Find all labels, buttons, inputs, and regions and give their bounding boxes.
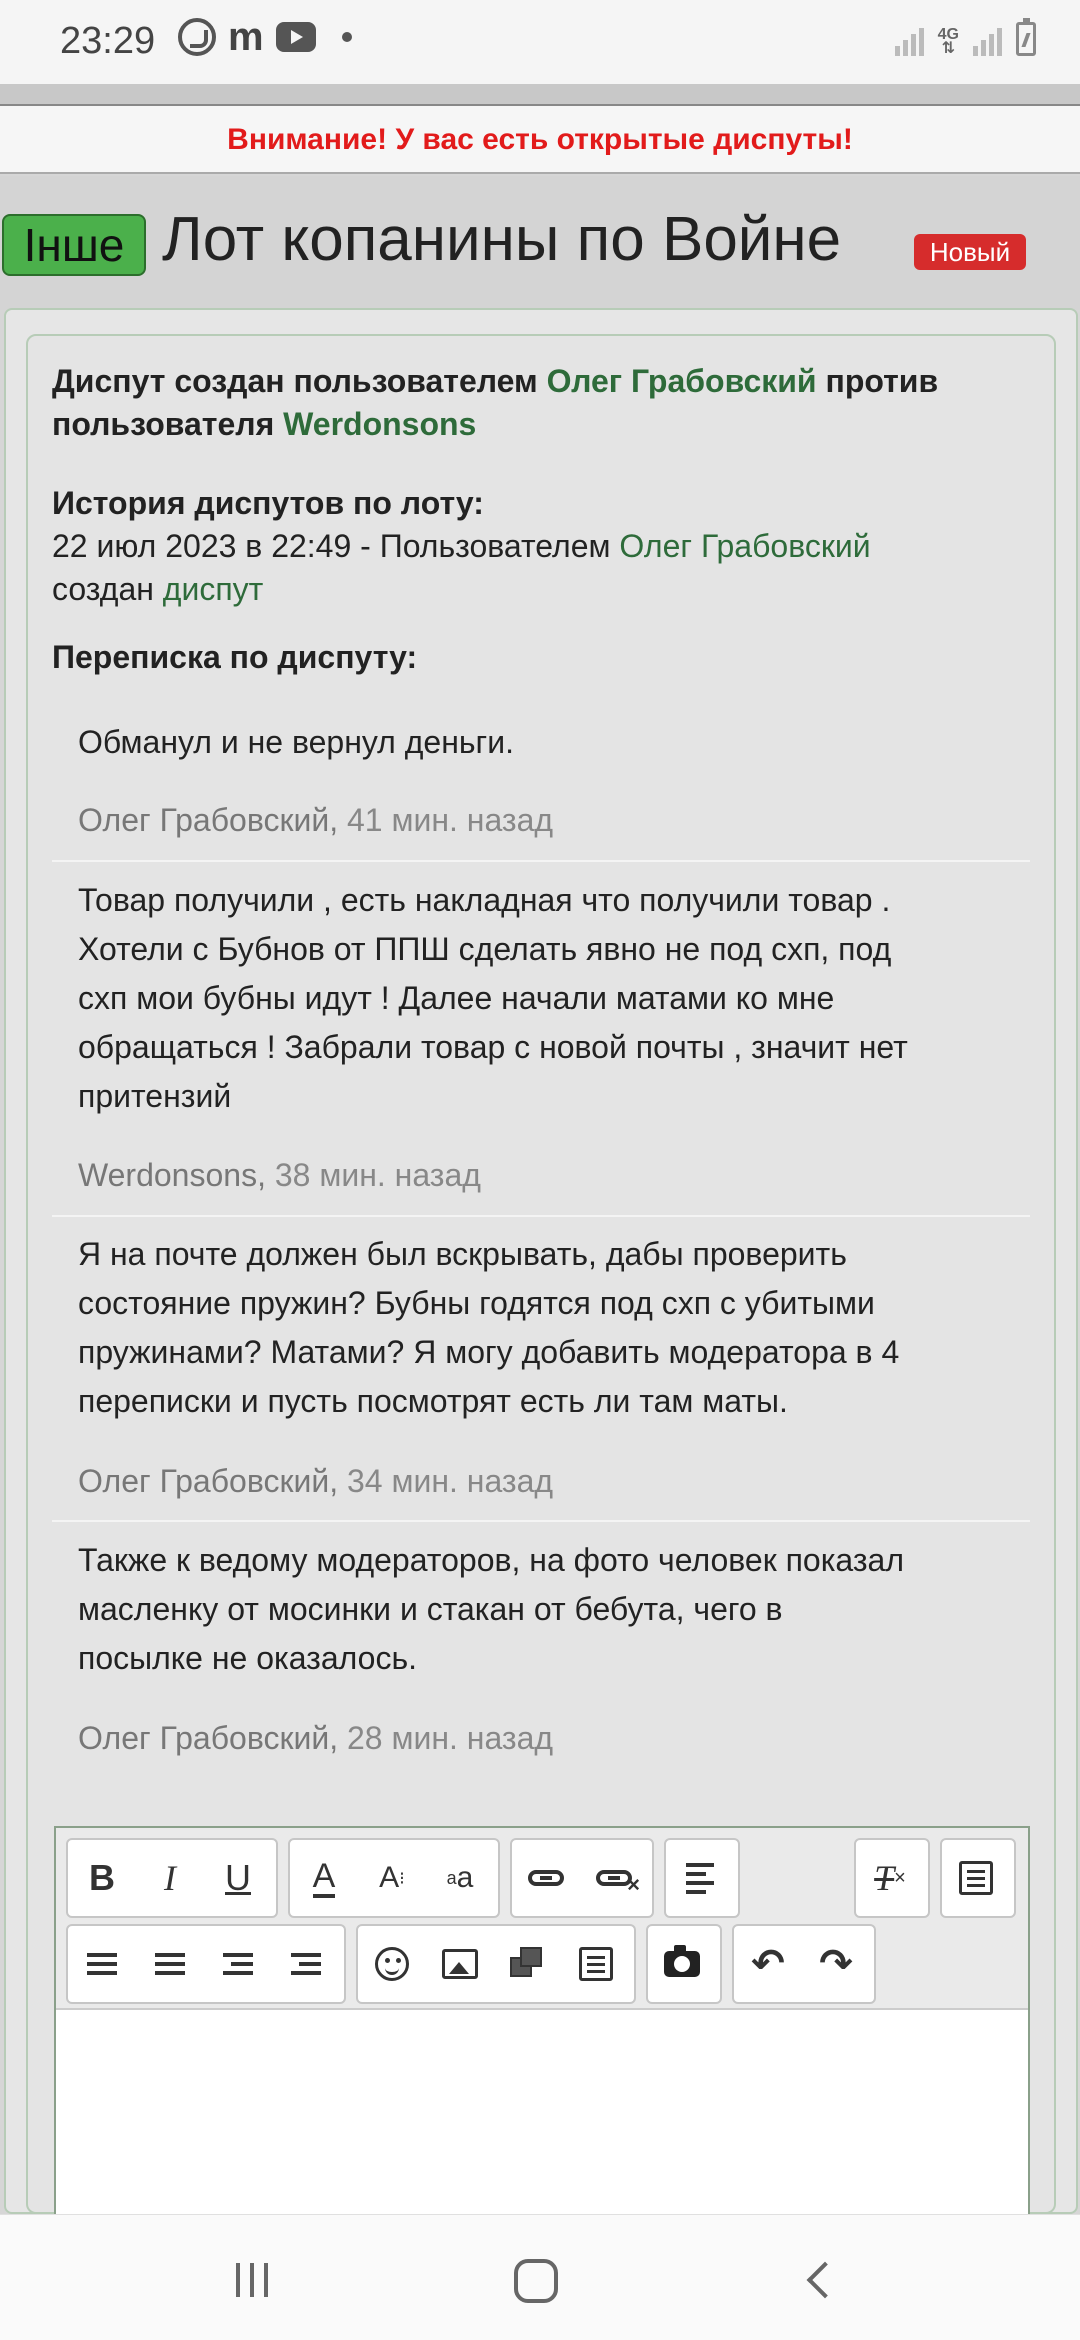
link-group: × <box>510 1838 654 1918</box>
editor-toolbar: B I U A A ⁝ aa × T × ↶ ↷ <box>56 1828 1028 2010</box>
message-3: Я на почте должен был вскрывать, дабы пр… <box>78 1230 1008 1426</box>
history-date: 22 июл 2023 в 22:49 - Пользователем <box>52 528 611 564</box>
message-text-line: пружинами? Матами? Я могу добавить модер… <box>78 1334 900 1370</box>
font-case-icon[interactable]: aa <box>426 1840 494 1916</box>
history-line-2: создан диспут <box>52 568 263 611</box>
open-disputes-alert[interactable]: Внимание! У вас есть открытые диспуты! <box>0 106 1080 174</box>
camera-icon[interactable] <box>648 1926 716 2002</box>
dispute-created-line: Диспут создан пользователем Олег Грабовс… <box>52 360 938 403</box>
message-time: 34 мин. назад <box>346 1463 554 1499</box>
link-icon[interactable] <box>512 1840 580 1916</box>
underline-icon[interactable]: U <box>204 1840 272 1916</box>
message-time: 28 мин. назад <box>346 1720 554 1756</box>
paste-icon[interactable] <box>942 1840 1010 1916</box>
align-group <box>664 1838 740 1918</box>
message-text-line: Также к ведому модераторов, на фото чело… <box>78 1542 904 1578</box>
message-text-line: Я на почте должен был вскрывать, дабы пр… <box>78 1236 847 1272</box>
history-line-1: 22 июл 2023 в 22:49 - Пользователем Олег… <box>52 525 871 568</box>
clear-format-icon[interactable]: T × <box>856 1840 924 1916</box>
message-divider <box>52 1520 1030 1522</box>
m-app-icon: m <box>228 15 264 59</box>
history-group: ↶ ↷ <box>732 1924 876 2004</box>
youtube-icon <box>275 22 316 52</box>
top-strip <box>0 84 1080 106</box>
status-time: 23:29 <box>60 20 156 62</box>
message-text-line: схп мои бубны идут ! Далее начали матами… <box>78 980 835 1016</box>
dispute-link[interactable]: диспут <box>163 571 264 607</box>
against-word: против <box>825 363 939 399</box>
status-bar: 23:29 m 4G ⇅ <box>0 0 1080 84</box>
message-1-meta: Олег Грабовский, 41 мин. назад <box>78 802 553 839</box>
message-text-line: Обманул и не вернул деньги. <box>78 724 514 760</box>
message-author: Олег Грабовский, <box>78 1463 339 1499</box>
category-tag-button[interactable]: Інше <box>2 214 146 276</box>
message-text-line: масленку от мосинки и стакан от бебута, … <box>78 1591 783 1627</box>
history-user-link[interactable]: Олег Грабовский <box>619 528 870 564</box>
message-text-line: Хотели с Бубнов от ППШ сделать явно не п… <box>78 931 892 967</box>
outdent-icon[interactable] <box>204 1926 272 2002</box>
home-icon[interactable] <box>514 2259 558 2303</box>
signal-icon <box>894 26 924 56</box>
4g-icon: 4G ⇅ <box>937 26 959 57</box>
template-icon[interactable] <box>562 1926 630 2002</box>
message-time: 41 мин. назад <box>346 802 554 838</box>
indent-icon[interactable] <box>272 1926 340 2002</box>
font-color-icon[interactable]: A <box>290 1840 358 1916</box>
battery-icon <box>1016 18 1036 56</box>
message-4-meta: Олег Грабовский, 28 мин. назад <box>78 1720 553 1757</box>
message-text-line: посылке не оказалось. <box>78 1640 417 1676</box>
history-action: создан <box>52 571 154 607</box>
bullet-list-icon[interactable] <box>68 1926 136 2002</box>
image-icon[interactable] <box>426 1926 494 2002</box>
camera-group <box>646 1924 722 2004</box>
message-text-line: состояние пружин? Бубны годятся под схп … <box>78 1285 875 1321</box>
message-2: Товар получили , есть накладная что полу… <box>78 876 1008 1121</box>
message-text-line: Товар получили , есть накладная что полу… <box>78 882 891 918</box>
unlink-icon[interactable]: × <box>580 1840 648 1916</box>
lot-title: Лот копанины по Войне <box>162 205 842 274</box>
status-badge: Новый <box>914 234 1026 270</box>
dot-icon <box>341 32 352 42</box>
message-author: Werdonsons, <box>78 1157 266 1193</box>
message-text-line: переписки и пусть посмотрят есть ли там … <box>78 1383 788 1419</box>
emoji-icon[interactable] <box>358 1926 426 2002</box>
message-text-line: притензий <box>78 1078 232 1114</box>
paste-group <box>940 1838 1016 1918</box>
font-size-icon[interactable]: A ⁝ <box>358 1840 426 1916</box>
font-group: A A ⁝ aa <box>288 1838 500 1918</box>
message-author: Олег Грабовский, <box>78 802 339 838</box>
message-3-meta: Олег Грабовский, 34 мин. назад <box>78 1463 553 1500</box>
signal-icon-2 <box>973 26 1002 56</box>
numbered-list-icon[interactable] <box>136 1926 204 2002</box>
dispute-created-prefix: Диспут создан пользователем <box>52 363 538 399</box>
bold-icon[interactable]: B <box>68 1840 136 1916</box>
redo-icon[interactable]: ↷ <box>802 1926 870 2002</box>
message-4: Также к ведому модераторов, на фото чело… <box>78 1536 1008 1683</box>
message-divider <box>52 860 1030 862</box>
text-style-group: B I U <box>66 1838 278 1918</box>
gallery-icon[interactable] <box>494 1926 562 2002</box>
viber-icon <box>178 18 216 56</box>
list-group <box>66 1924 346 2004</box>
undo-icon[interactable]: ↶ <box>734 1926 802 2002</box>
message-2-meta: Werdonsons, 38 мин. назад <box>78 1157 481 1194</box>
message-author: Олег Грабовский, <box>78 1720 339 1756</box>
insert-group <box>356 1924 636 2004</box>
creator-link[interactable]: Олег Грабовский <box>547 363 817 399</box>
message-divider <box>52 1215 1030 1217</box>
message-1: Обманул и не вернул деньги. <box>78 718 1008 767</box>
correspondence-title: Переписка по диспуту: <box>52 639 418 675</box>
history-title: История диспутов по лоту: <box>52 485 484 521</box>
opponent-link[interactable]: Werdonsons <box>283 406 476 442</box>
system-navigation-bar <box>0 2214 1080 2340</box>
align-icon[interactable] <box>666 1840 734 1916</box>
back-icon[interactable] <box>806 2261 844 2299</box>
message-text-line: обращаться ! Забрали товар с новой почты… <box>78 1029 908 1065</box>
against-prefix: пользователя <box>52 406 275 442</box>
italic-icon[interactable]: I <box>136 1840 204 1916</box>
message-time: 38 мин. назад <box>274 1157 481 1193</box>
clear-format-group: T × <box>854 1838 930 1918</box>
recent-apps-icon[interactable] <box>236 2263 268 2297</box>
dispute-against-line: пользователя Werdonsons <box>52 403 476 446</box>
